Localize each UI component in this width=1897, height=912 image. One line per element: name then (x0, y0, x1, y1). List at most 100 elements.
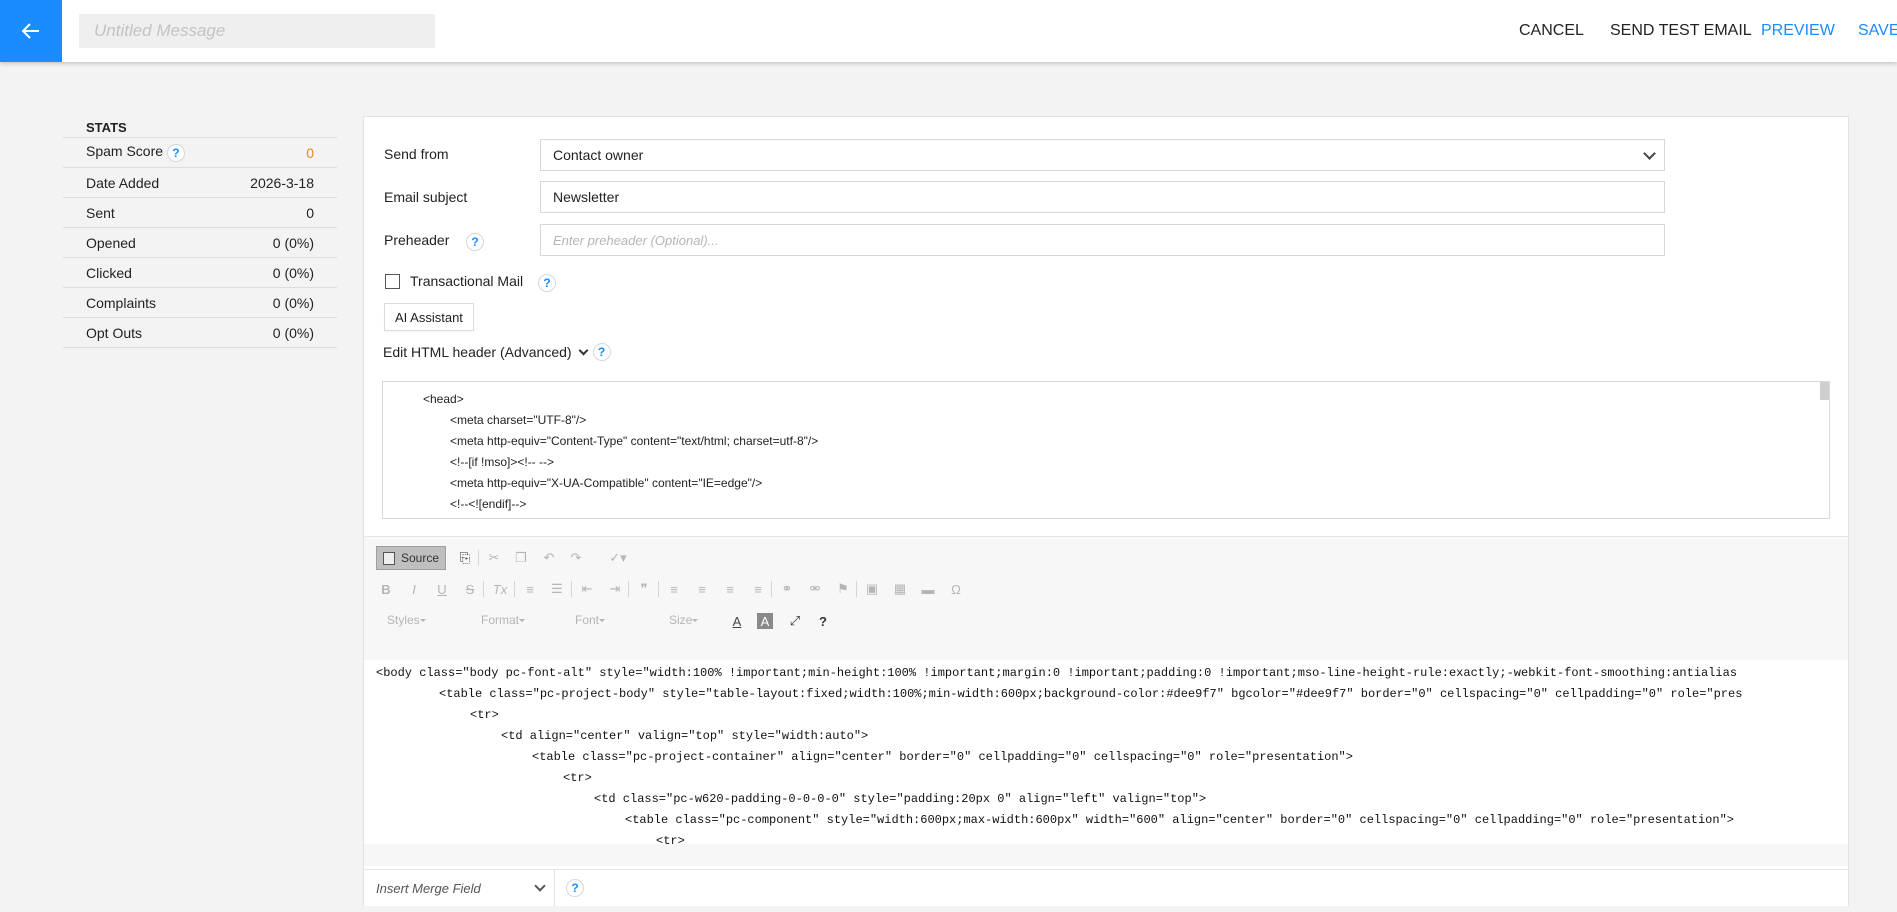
indent-icon[interactable]: ⇥ (607, 581, 623, 597)
cut-icon[interactable]: ✂ (486, 550, 502, 566)
chevron-down-icon (1643, 147, 1656, 160)
preview-button[interactable]: PREVIEW (1761, 22, 1835, 40)
background-color-icon[interactable]: A (757, 613, 773, 629)
size-label: Size (669, 613, 693, 627)
copy-icon[interactable]: ❐ (513, 550, 529, 566)
html-header-label: Edit HTML header (Advanced) (383, 344, 572, 360)
strikethrough-icon[interactable]: S (462, 581, 478, 597)
stat-label: Spam Score ? (86, 143, 185, 162)
font-dropdown[interactable]: Font (575, 613, 650, 627)
message-title-input[interactable] (79, 14, 435, 48)
redo-icon[interactable]: ↷ (568, 550, 584, 566)
size-dropdown[interactable]: Size (669, 613, 714, 627)
font-label: Font (575, 613, 600, 627)
send-test-email-button[interactable]: SEND TEST EMAIL (1610, 22, 1752, 40)
code-line: <tr> (563, 771, 592, 785)
stat-value: 0 (0%) (272, 234, 314, 251)
stat-label: Clicked (86, 264, 132, 281)
html-header-toggle[interactable]: Edit HTML header (Advanced) ? (383, 343, 611, 361)
email-subject-input[interactable]: Newsletter (540, 181, 1665, 213)
help-icon[interactable]: ? (166, 143, 185, 162)
transactional-mail-label: Transactional Mail (410, 273, 524, 289)
stat-value: 0 (0%) (272, 264, 314, 281)
cancel-button[interactable]: CANCEL (1519, 22, 1584, 40)
stat-row-date-added: Date Added 2026-3-18 (63, 168, 337, 198)
stat-value: 0 (0%) (272, 294, 314, 311)
html-header-textarea[interactable]: <head> <meta charset="UTF-8"/> <meta htt… (382, 381, 1830, 519)
stat-row-complaints: Complaints 0 (0%) (63, 288, 337, 318)
help-icon[interactable]: ? (566, 879, 584, 897)
code-line: <meta http-equiv="X-UA-Compatible" conte… (450, 476, 763, 490)
unlink-icon[interactable]: ⚮ (807, 581, 823, 597)
stats-title: STATS (63, 118, 337, 138)
italic-icon[interactable]: I (406, 581, 422, 597)
toolbar-separator (483, 581, 484, 597)
horizontal-rule-icon[interactable]: ▬ (920, 581, 936, 597)
stat-row-clicked: Clicked 0 (0%) (63, 258, 337, 288)
help-icon[interactable]: ? (815, 613, 831, 629)
templates-icon[interactable]: ⎘ (457, 550, 473, 566)
email-subject-label: Email subject (384, 189, 468, 205)
toolbar-separator (571, 581, 572, 597)
stat-value: 0 (0%) (272, 324, 314, 341)
table-icon[interactable]: ▦ (892, 581, 908, 597)
link-icon[interactable]: ⚭ (779, 581, 795, 597)
top-bar: CANCEL SEND TEST EMAIL PREVIEW SAVE (0, 0, 1897, 62)
back-button[interactable] (0, 0, 62, 62)
align-center-icon[interactable]: ≡ (694, 581, 710, 597)
chevron-down-icon (534, 880, 546, 892)
toolbar-separator (771, 581, 772, 597)
source-code-area[interactable]: <body class="body pc-font-alt" style="wi… (364, 660, 1848, 844)
code-line: <table class="pc-project-container" alig… (532, 750, 1353, 764)
source-button[interactable]: Source (376, 546, 446, 570)
format-dropdown[interactable]: Format (481, 613, 556, 627)
format-label: Format (481, 613, 520, 627)
source-icon (383, 551, 395, 565)
code-line: <table class="pc-project-body" style="ta… (439, 687, 1743, 701)
help-icon[interactable]: ? (466, 233, 484, 251)
code-line: <!--<![endif]--> (450, 497, 527, 511)
insert-merge-field-select[interactable]: Insert Merge Field (364, 870, 555, 907)
code-line: <table class="pc-component" style="width… (625, 813, 1734, 827)
bold-icon[interactable]: B (378, 581, 394, 597)
spellcheck-icon[interactable]: ✓▾ (607, 550, 629, 566)
message-editor-panel: Send from Contact owner Email subject Ne… (363, 116, 1849, 907)
stat-value: 0 (306, 204, 314, 221)
arrow-left-icon (22, 23, 39, 39)
align-left-icon[interactable]: ≡ (666, 581, 682, 597)
code-line: <tr> (656, 834, 685, 844)
stat-label: Sent (86, 204, 115, 221)
help-icon[interactable]: ? (538, 274, 556, 292)
align-right-icon[interactable]: ≡ (722, 581, 738, 597)
numbered-list-icon[interactable]: ≡ (522, 581, 538, 597)
remove-format-icon[interactable]: Tx (492, 581, 508, 597)
undo-icon[interactable]: ↶ (541, 550, 557, 566)
stat-value: 2026-3-18 (250, 174, 314, 191)
merge-field-label: Insert Merge Field (376, 881, 481, 896)
email-subject-value: Newsletter (553, 189, 620, 205)
code-line: <td class="pc-w620-padding-0-0-0-0" styl… (594, 792, 1207, 806)
help-icon[interactable]: ? (592, 343, 611, 361)
underline-icon[interactable]: U (434, 581, 450, 597)
code-line: <body class="body pc-font-alt" style="wi… (376, 666, 1738, 680)
blockquote-icon[interactable]: ❞ (636, 581, 652, 597)
text-color-icon[interactable]: A (729, 613, 745, 629)
save-button[interactable]: SAVE (1858, 22, 1897, 40)
special-character-icon[interactable]: Ω (948, 581, 964, 597)
justify-icon[interactable]: ≡ (750, 581, 766, 597)
anchor-flag-icon[interactable]: ⚑ (835, 581, 851, 597)
outdent-icon[interactable]: ⇤ (579, 581, 595, 597)
send-from-select[interactable]: Contact owner (540, 139, 1665, 171)
styles-label: Styles (387, 613, 420, 627)
preheader-label: Preheader (384, 232, 450, 248)
ai-assistant-button[interactable]: AI Assistant (384, 303, 474, 331)
styles-dropdown[interactable]: Styles (387, 613, 462, 627)
maximize-icon[interactable]: ⤢ (787, 613, 803, 629)
scrollbar-thumb[interactable] (1820, 382, 1829, 400)
image-icon[interactable]: ▣ (864, 581, 880, 597)
preheader-input[interactable]: Enter preheader (Optional)... (540, 224, 1665, 256)
stat-label: Date Added (86, 174, 160, 191)
stat-value: 0 (306, 144, 314, 161)
bulleted-list-icon[interactable]: ☰ (549, 581, 565, 597)
transactional-mail-checkbox[interactable] (385, 274, 400, 289)
